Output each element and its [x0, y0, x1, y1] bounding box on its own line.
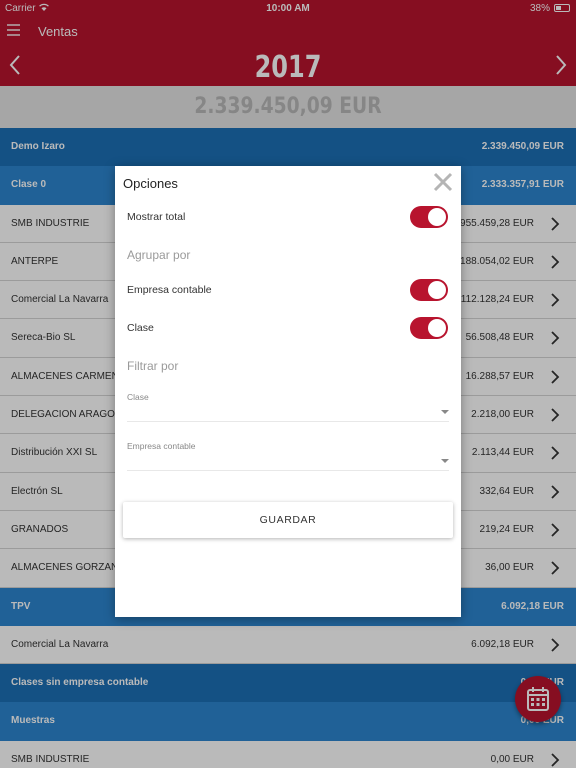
class-filter-label: Clase — [127, 392, 149, 402]
class-filter-select[interactable] — [127, 404, 449, 422]
filter-by-heading: Filtrar por — [127, 359, 179, 373]
close-icon[interactable] — [433, 172, 453, 192]
class-group-toggle[interactable] — [410, 317, 448, 339]
options-dialog: Opciones Mostrar total Agrupar por Empre… — [115, 166, 461, 617]
dropdown-caret-icon — [441, 410, 449, 414]
show-total-label: Mostrar total — [127, 211, 186, 223]
company-group-label: Empresa contable — [127, 284, 212, 296]
dialog-title: Opciones — [123, 176, 178, 191]
company-group-toggle[interactable] — [410, 279, 448, 301]
class-group-label: Clase — [127, 322, 154, 334]
dropdown-caret-icon — [441, 459, 449, 463]
save-button[interactable]: GUARDAR — [123, 502, 453, 538]
group-by-heading: Agrupar por — [127, 248, 191, 262]
company-filter-select[interactable] — [127, 453, 449, 471]
company-filter-label: Empresa contable — [127, 441, 196, 451]
show-total-toggle[interactable] — [410, 206, 448, 228]
